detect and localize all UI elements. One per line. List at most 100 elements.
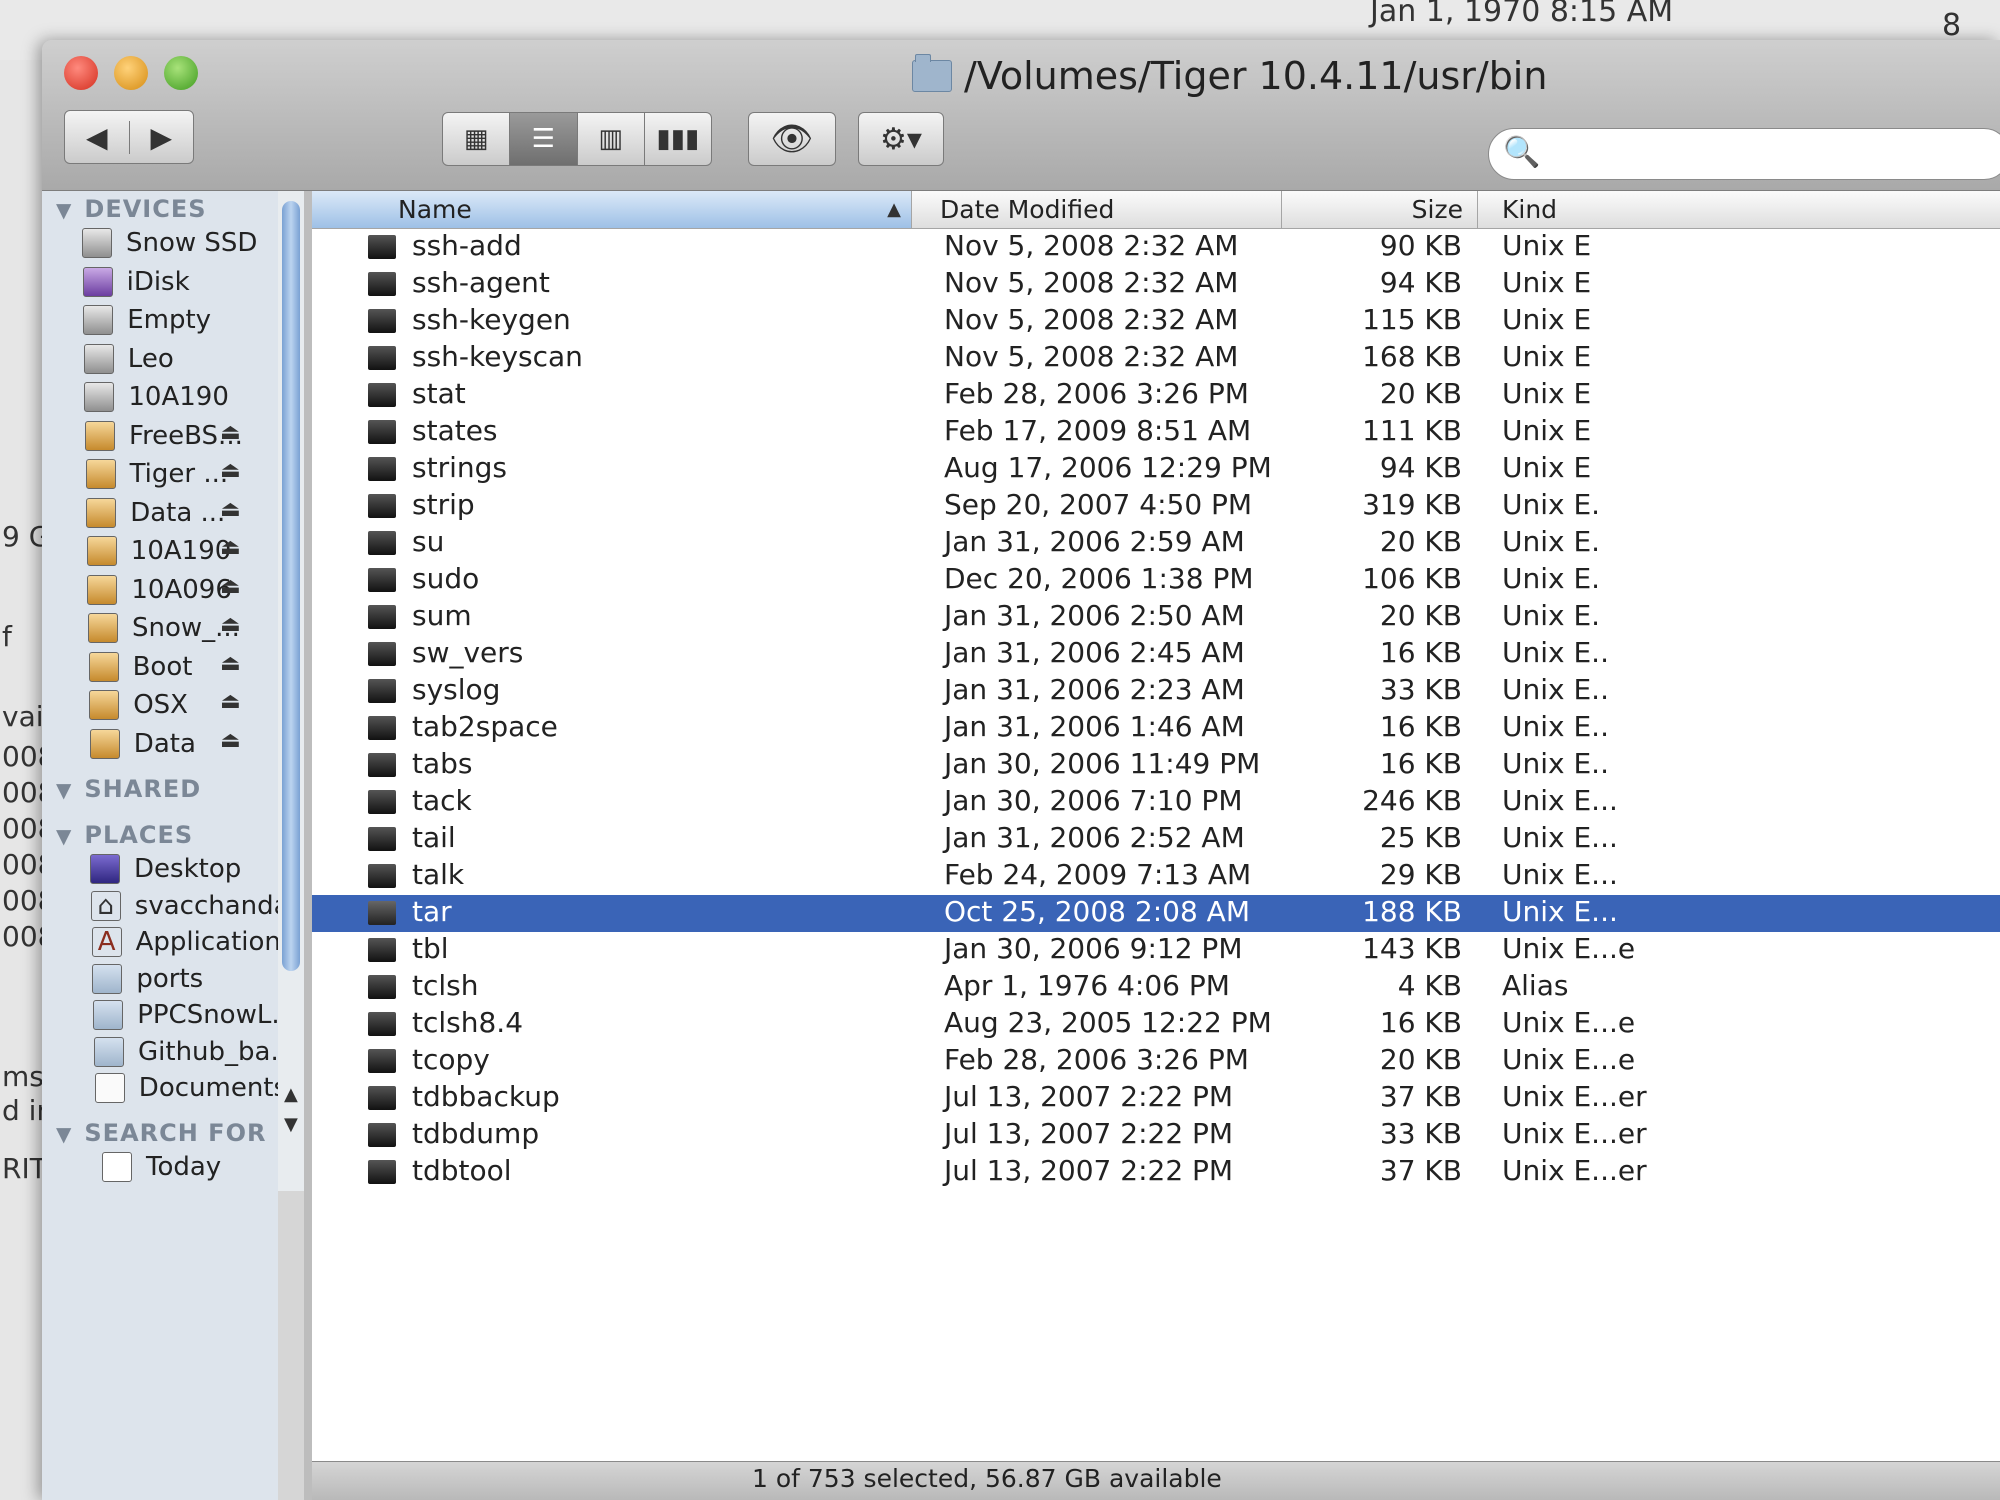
file-size: 16 KB	[1379, 747, 1462, 780]
file-date: Sep 20, 2007 4:50 PM	[944, 488, 1253, 521]
folder-icon	[92, 963, 123, 994]
column-header-size[interactable]: Size	[1282, 191, 1478, 229]
table-row[interactable]: ssh-keyscan Nov 5, 2008 2:32 AM 168 KB Unix…	[312, 340, 2000, 377]
file-date: Jan 30, 2006 7:10 PM	[944, 784, 1243, 817]
sidebar-item[interactable]: OSX	[89, 687, 188, 723]
sidebar-item[interactable]: 10A096	[87, 572, 232, 608]
coverflow-view-icon[interactable]: ▮▮▮	[643, 113, 711, 165]
file-size: 168 KB	[1362, 340, 1462, 373]
sidebar-item[interactable]: Leo	[83, 341, 174, 377]
table-row[interactable]: sw_vers Jan 31, 2006 2:45 AM 16 KB Unix E..	[312, 636, 2000, 673]
list-view-icon[interactable]: ☰	[509, 113, 577, 165]
sidebar-scrollbar[interactable]	[278, 191, 304, 1191]
search-input[interactable]: 🔍	[1488, 128, 2000, 180]
clock-icon	[102, 1152, 132, 1182]
icon-view-icon[interactable]: ▦	[443, 113, 509, 165]
sidebar-item[interactable]: iDisk	[82, 264, 190, 300]
table-row[interactable]: strings Aug 17, 2006 12:29 PM 94 KB Unix E	[312, 451, 2000, 488]
file-kind: Unix E...	[1502, 784, 1618, 817]
sidebar-item-label: Snow SSD	[126, 228, 258, 258]
quicklook-button[interactable]: 👁	[748, 112, 836, 166]
eject-icon[interactable]: ⏏	[220, 612, 241, 637]
action-menu-button[interactable]: ⚙▾	[858, 112, 944, 166]
column-header-name[interactable]: Name ▲	[312, 191, 912, 229]
minimize-button[interactable]	[114, 56, 148, 90]
column-header-date[interactable]: Date Modified	[912, 191, 1282, 229]
eject-icon[interactable]: ⏏	[220, 651, 241, 676]
sidebar-item[interactable]: Data	[89, 726, 196, 762]
sidebar-item[interactable]: ⌂ svacchanda	[90, 888, 290, 924]
table-row[interactable]: sudo Dec 20, 2006 1:38 PM 106 KB Unix E.	[312, 562, 2000, 599]
sidebar-item[interactable]: Tiger ...	[85, 456, 228, 492]
disclosure-triangle-icon[interactable]: ▼	[56, 824, 72, 848]
file-size: 33 KB	[1379, 1117, 1462, 1150]
sidebar-section-header[interactable]: ▼ SHARED	[56, 775, 201, 803]
sidebar-item[interactable]: 10A190	[86, 533, 231, 569]
table-row[interactable]: strip Sep 20, 2007 4:50 PM 319 KB Unix E.	[312, 488, 2000, 525]
folder-icon	[94, 1036, 124, 1067]
zoom-button[interactable]	[164, 56, 198, 90]
sidebar-item[interactable]: PPCSnowL...	[93, 997, 296, 1033]
eject-icon[interactable]: ⏏	[220, 497, 241, 522]
close-button[interactable]	[64, 56, 98, 90]
table-row[interactable]: tabs Jan 30, 2006 11:49 PM 16 KB Unix E..	[312, 747, 2000, 784]
table-row[interactable]: su Jan 31, 2006 2:59 AM 20 KB Unix E.	[312, 525, 2000, 562]
sidebar-section-header[interactable]: ▼ DEVICES	[56, 195, 207, 223]
sidebar-item[interactable]: Data ...	[86, 495, 225, 531]
sidebar-section-header[interactable]: ▼ SEARCH FOR	[56, 1119, 266, 1147]
back-icon[interactable]: ◀	[65, 121, 129, 154]
table-row[interactable]: stat Feb 28, 2006 3:26 PM 20 KB Unix E	[312, 377, 2000, 414]
sidebar-item[interactable]: ports	[92, 961, 203, 997]
eject-icon[interactable]: ⏏	[220, 535, 241, 560]
table-row[interactable]: tdbbackup Jul 13, 2007 2:22 PM 37 KB Unix E…	[312, 1080, 2000, 1117]
table-row[interactable]: tail Jan 31, 2006 2:52 AM 25 KB Unix E...	[312, 821, 2000, 858]
eject-icon[interactable]: ⏏	[220, 420, 241, 445]
table-row[interactable]: states Feb 17, 2009 8:51 AM 111 KB Unix E	[312, 414, 2000, 451]
sidebar-divider[interactable]	[304, 191, 312, 1500]
sidebar-item[interactable]: Snow_...	[88, 610, 240, 646]
executable-file-icon	[368, 346, 396, 370]
table-row[interactable]: tbl Jan 30, 2006 9:12 PM 143 KB Unix E...e	[312, 932, 2000, 969]
table-row[interactable]: tclsh Apr 1, 1976 4:06 PM 4 KB Alias	[312, 969, 2000, 1006]
sidebar-item-label: Leo	[127, 343, 174, 374]
table-row[interactable]: tab2space Jan 31, 2006 1:46 AM 16 KB Unix E…	[312, 710, 2000, 747]
disclosure-triangle-icon[interactable]: ▼	[56, 778, 72, 802]
sidebar-item[interactable]: Desktop	[90, 851, 241, 887]
sidebar-item[interactable]: Today	[102, 1149, 221, 1185]
table-row[interactable]: tdbdump Jul 13, 2007 2:22 PM 33 KB Unix E..…	[312, 1117, 2000, 1154]
sidebar-section-header[interactable]: ▼ PLACES	[56, 821, 193, 849]
column-header-kind[interactable]: Kind	[1478, 191, 2000, 229]
table-row[interactable]: syslog Jan 31, 2006 2:23 AM 33 KB Unix E..	[312, 673, 2000, 710]
sidebar-item[interactable]: Empty	[83, 302, 211, 338]
sidebar-item[interactable]: 10A190	[84, 379, 229, 415]
eject-icon[interactable]: ⏏	[220, 689, 241, 714]
eject-icon[interactable]: ⏏	[220, 458, 241, 483]
file-kind: Unix E...e	[1502, 1006, 1636, 1039]
table-row[interactable]: tack Jan 30, 2006 7:10 PM 246 KB Unix E...	[312, 784, 2000, 821]
table-row[interactable]: talk Feb 24, 2009 7:13 AM 29 KB Unix E...	[312, 858, 2000, 895]
table-row[interactable]: sum Jan 31, 2006 2:50 AM 20 KB Unix E.	[312, 599, 2000, 636]
executable-file-icon	[368, 827, 396, 851]
table-row[interactable]: ssh-agent Nov 5, 2008 2:32 AM 94 KB Unix E	[312, 266, 2000, 303]
sidebar-scroll-thumb[interactable]	[282, 201, 300, 971]
sidebar-item[interactable]: A Applications	[91, 924, 294, 960]
sidebar-item[interactable]: Boot	[88, 649, 192, 685]
sidebar-item[interactable]: Github_ba...	[94, 1034, 295, 1070]
sidebar-scroll-arrows[interactable]: ▲ ▼	[284, 1080, 298, 1140]
table-row[interactable]: tdbtool Jul 13, 2007 2:22 PM 37 KB Unix E..…	[312, 1154, 2000, 1191]
table-row[interactable]: tcopy Feb 28, 2006 3:26 PM 20 KB Unix E...e	[312, 1043, 2000, 1080]
disclosure-triangle-icon[interactable]: ▼	[56, 1122, 72, 1146]
table-row[interactable]: ssh-add Nov 5, 2008 2:32 AM 90 KB Unix E	[312, 229, 2000, 266]
eject-icon[interactable]: ⏏	[220, 574, 241, 599]
disclosure-triangle-icon[interactable]: ▼	[56, 198, 72, 222]
eject-icon[interactable]: ⏏	[220, 728, 241, 753]
sidebar-item[interactable]: Snow SSD	[82, 225, 257, 261]
table-row[interactable]: ssh-keygen Nov 5, 2008 2:32 AM 115 KB Unix …	[312, 303, 2000, 340]
table-row-selected[interactable]: tar Oct 25, 2008 2:08 AM 188 KB Unix E...	[312, 895, 2000, 932]
forward-icon[interactable]: ▶	[128, 120, 194, 154]
column-view-icon[interactable]: ▥	[576, 113, 644, 165]
sidebar-item[interactable]: Documents	[94, 1070, 287, 1106]
table-row[interactable]: tclsh8.4 Aug 23, 2005 12:22 PM 16 KB Unix E…	[312, 1006, 2000, 1043]
file-date: Jan 30, 2006 9:12 PM	[944, 932, 1243, 965]
executable-file-icon	[368, 272, 396, 296]
